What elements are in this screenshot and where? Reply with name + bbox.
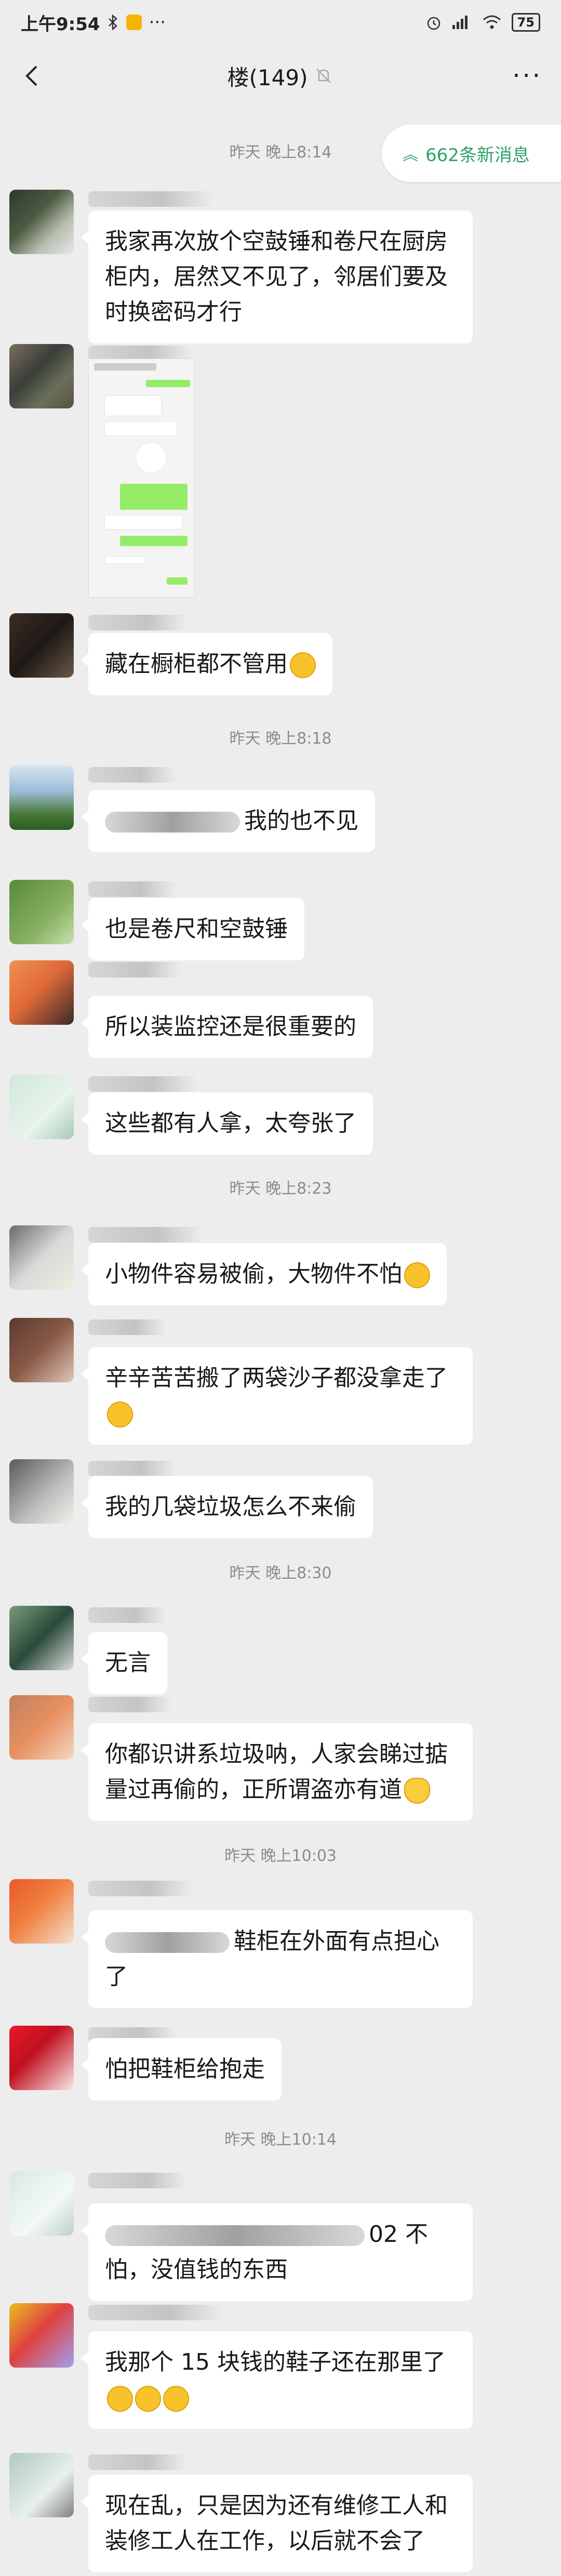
nickname-redacted	[88, 1461, 177, 1476]
back-arrow-icon[interactable]	[17, 60, 48, 91]
message-text: 怕，没值钱的东西	[105, 2256, 288, 2283]
nickname-redacted	[88, 1227, 203, 1243]
message-bubble[interactable]: 这些都有人拿，太夸张了	[81, 1092, 373, 1155]
status-bar: 上午9:54 ··· 75	[0, 0, 561, 45]
timestamp: 昨天 晚上10:14	[224, 2131, 337, 2149]
avatar[interactable]	[9, 344, 74, 408]
message-bubble[interactable]: 辛辛苦苦搬了两袋沙子都没拿走了	[81, 1347, 473, 1445]
nickname-redacted	[88, 962, 182, 977]
message-bubble[interactable]: 所以装监控还是很重要的	[81, 996, 373, 1058]
facepalm-emoji-icon	[107, 1402, 133, 1428]
avatar[interactable]	[9, 2303, 74, 2368]
bluetooth-icon	[108, 14, 117, 31]
nickname-redacted	[88, 2173, 187, 2188]
message-text: 我那个 15 块钱的鞋子还在那里了	[105, 2349, 446, 2375]
signal-icon	[452, 16, 468, 29]
message-text: 我的也不见	[244, 808, 358, 834]
grin-emoji-icon	[163, 2386, 189, 2412]
nickname-redacted	[88, 1076, 197, 1092]
timestamp: 昨天 晚上10:03	[224, 1847, 337, 1865]
alarm-icon	[427, 17, 440, 30]
avatar[interactable]	[9, 1318, 74, 1382]
message-bubble[interactable]: 02 不怕，没值钱的东西	[81, 2203, 473, 2301]
timestamp: 昨天 晚上8:18	[229, 730, 332, 748]
nickname-redacted	[88, 1607, 166, 1623]
nickname-redacted	[88, 1881, 192, 1896]
mute-bell-icon	[316, 69, 331, 83]
avatar[interactable]	[9, 2171, 74, 2236]
message-bubble[interactable]: 现在乱，只是因为还有维修工人和装修工人在工作，以后就不会了	[81, 2475, 473, 2572]
redacted-text	[105, 812, 240, 833]
chat-header: 楼(149) ···	[0, 45, 561, 107]
message-bubble[interactable]: 鞋柜在外面有点担心了	[81, 1910, 473, 2008]
avatar[interactable]	[9, 613, 74, 678]
message-bubble[interactable]: 我的也不见	[81, 790, 375, 852]
message-bubble[interactable]: 无言	[81, 1632, 167, 1694]
wifi-icon	[483, 15, 501, 29]
avatar[interactable]	[9, 1695, 74, 1760]
shush-emoji-icon	[290, 652, 316, 678]
avatar[interactable]	[9, 190, 74, 254]
message-bubble[interactable]: 你都识讲系垃圾呐，人家会睇过掂量过再偷的，正所谓盗亦有道	[81, 1723, 473, 1821]
grin-emoji-icon	[107, 2386, 133, 2412]
cat-emoji-icon	[404, 1778, 430, 1804]
chat-screenshot-image[interactable]	[88, 359, 195, 598]
message-bubble[interactable]: 小物件容易被偷，大物件不怕	[81, 1243, 447, 1305]
avatar[interactable]	[9, 1225, 74, 1290]
nickname-redacted	[88, 615, 187, 630]
nickname-redacted	[88, 191, 213, 207]
message-text: 藏在橱柜都不管用	[105, 651, 288, 677]
nickname-redacted	[88, 2305, 223, 2320]
message-text: 02 不	[369, 2221, 428, 2248]
timestamp: 昨天 晚上8:14	[229, 143, 332, 162]
avatar[interactable]	[9, 960, 74, 1025]
nickname-redacted	[88, 1319, 166, 1335]
message-bubble[interactable]: 藏在橱柜都不管用	[81, 633, 332, 695]
more-options-icon[interactable]: ···	[512, 63, 542, 88]
avatar[interactable]	[9, 2026, 74, 2090]
nickname-redacted	[88, 767, 177, 783]
message-bubble[interactable]: 怕把鞋柜给抱走	[81, 2038, 282, 2101]
avatar[interactable]	[9, 880, 74, 944]
message-text: 辛辛苦苦搬了两袋沙子都没拿走了	[105, 1365, 448, 1391]
more-notifications-icon: ···	[149, 12, 166, 33]
avatar[interactable]	[9, 1459, 74, 1524]
avatar[interactable]	[9, 1075, 74, 1139]
battery-indicator: 75	[511, 13, 540, 32]
avatar[interactable]	[9, 1606, 74, 1670]
message-bubble[interactable]: 我家再次放个空鼓锤和卷尺在厨房柜内，居然又不见了，邻居们要及时换密码才行	[81, 210, 473, 344]
facepalm-emoji-icon	[404, 1262, 430, 1288]
avatar[interactable]	[9, 765, 74, 830]
avatar[interactable]	[9, 1879, 74, 1944]
timestamp: 昨天 晚上8:23	[229, 1180, 332, 1198]
redacted-text	[105, 2225, 365, 2246]
app-notification-icon	[126, 15, 142, 30]
avatar[interactable]	[9, 2453, 74, 2517]
message-text: 你都识讲系垃圾呐，人家会睇过掂量过再偷的，正所谓盗亦有道	[105, 1741, 448, 1803]
chat-title: 楼(149)	[227, 64, 308, 90]
status-time: 上午9:54	[21, 14, 100, 35]
redacted-text	[105, 1932, 230, 1953]
timestamp: 昨天 晚上8:30	[229, 1564, 332, 1582]
message-bubble[interactable]: 也是卷尺和空鼓锤	[81, 898, 304, 960]
message-bubble[interactable]: 我那个 15 块钱的鞋子还在那里了	[81, 2331, 473, 2429]
nickname-redacted	[88, 881, 177, 897]
message-bubble[interactable]: 我的几袋垃圾怎么不来偷	[81, 1476, 373, 1538]
nickname-redacted	[88, 2454, 187, 2470]
grin-emoji-icon	[135, 2386, 161, 2412]
message-text: 小物件容易被偷，大物件不怕	[105, 1261, 402, 1287]
nickname-redacted	[88, 1697, 171, 1712]
